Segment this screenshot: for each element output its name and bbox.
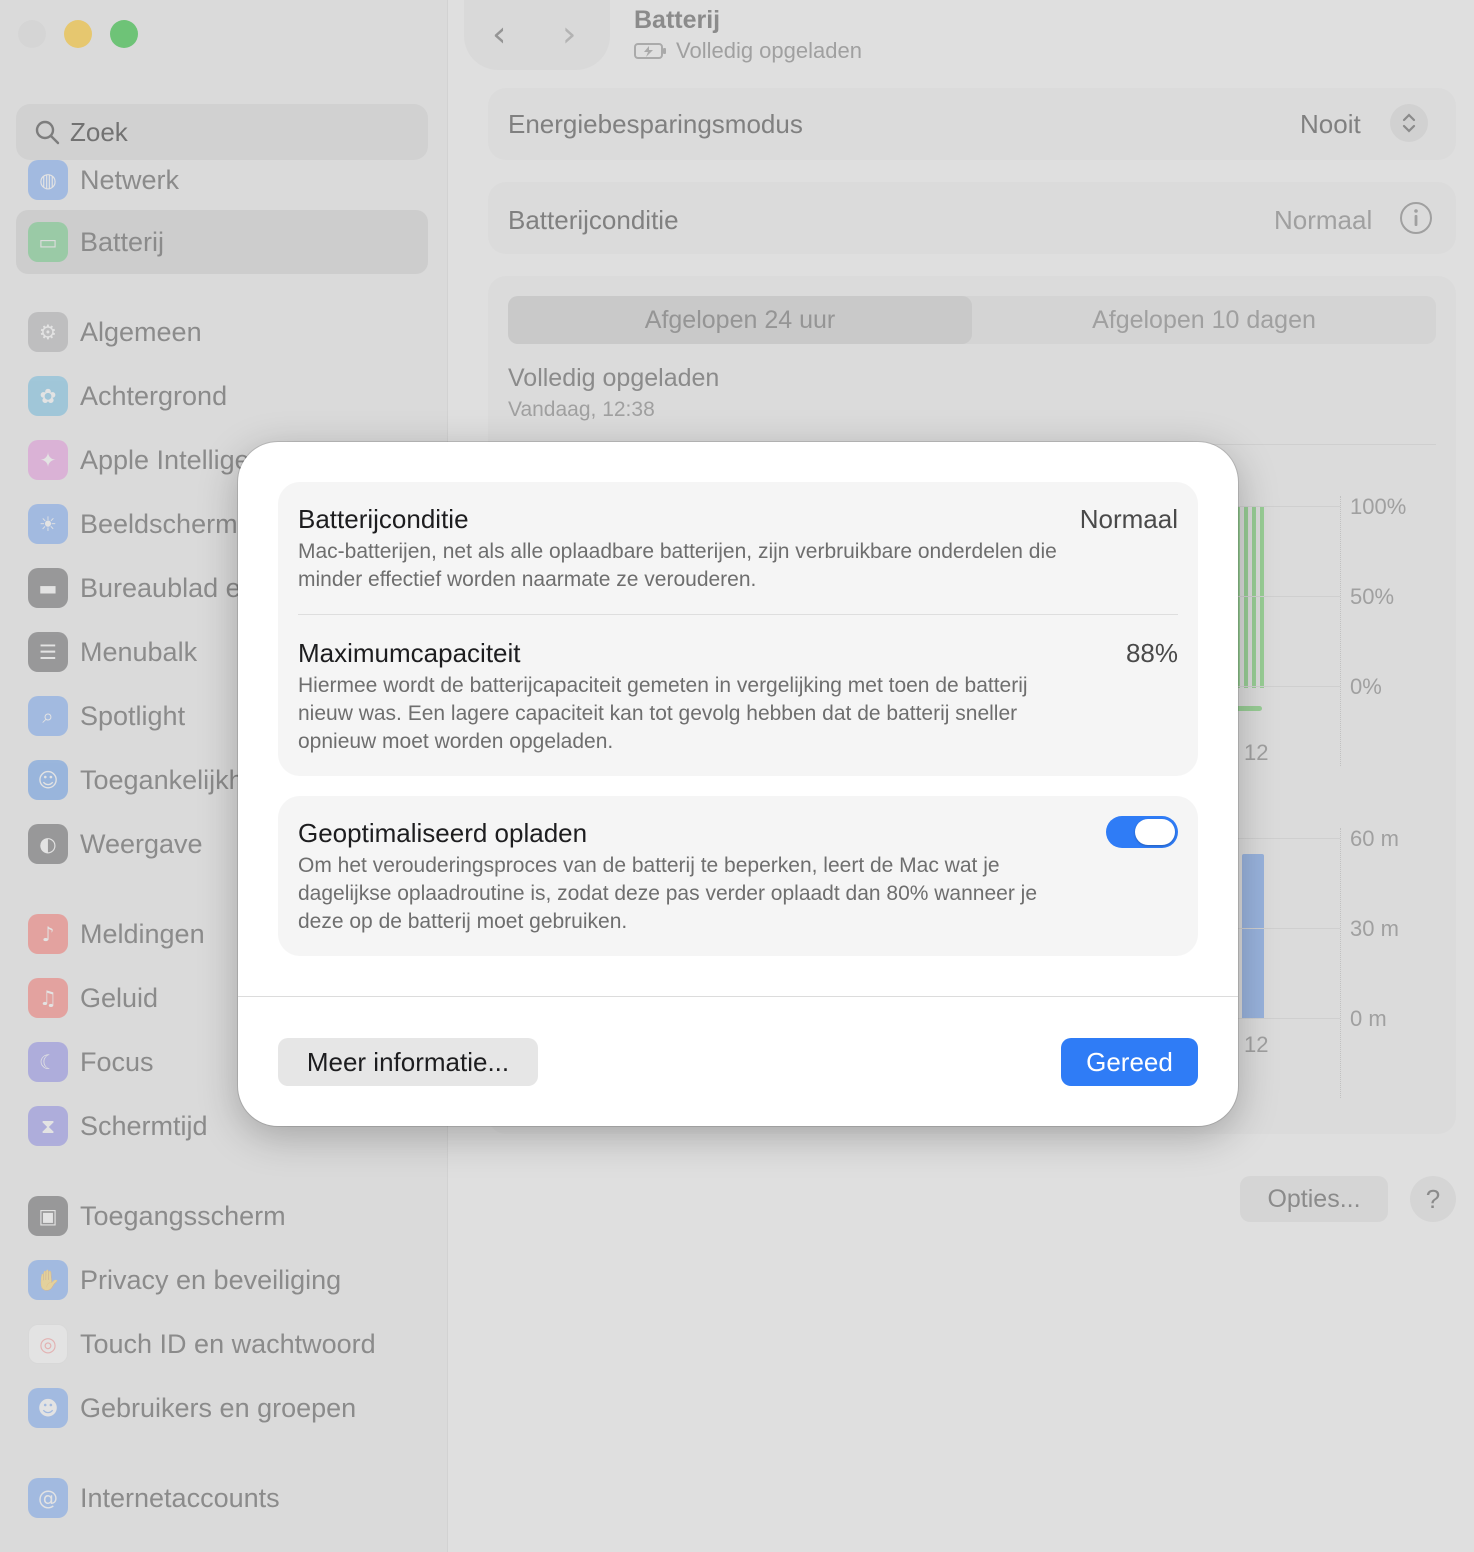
capacity-description: Hiermee wordt de batterijcapaciteit geme… [298,674,1028,753]
optimized-charging-title: Geoptimaliseerd opladen [298,818,588,848]
sheet-divider [238,996,1238,997]
toggle-knob [1135,819,1175,845]
condition-value: Normaal [1079,504,1178,534]
condition-description: Mac-batterijen, net als alle oplaadbare … [298,540,1057,591]
capacity-value: 88% [1125,638,1178,668]
optimized-charging-description: Om het verouderingsproces van de batteri… [298,854,1037,933]
optimized-charging-group: Geoptimaliseerd opladen Om het verouderi… [278,796,1198,956]
done-button[interactable]: Gereed [1061,1038,1198,1086]
battery-info-group: Batterijconditie Normaal Mac-batterijen,… [278,482,1198,776]
more-info-button[interactable]: Meer informatie... [278,1038,538,1086]
capacity-title: Maximumcapaciteit [298,638,521,668]
optimized-charging-toggle[interactable] [1106,816,1178,848]
group-separator [298,614,1178,615]
battery-health-sheet: Batterijconditie Normaal Mac-batterijen,… [238,442,1238,1126]
condition-title: Batterijconditie [298,504,469,534]
